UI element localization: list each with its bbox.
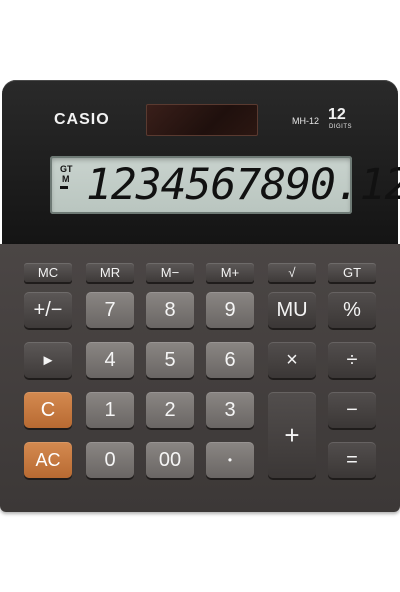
digit-7-button[interactable]: 7 bbox=[86, 292, 134, 328]
digit-5-button[interactable]: 5 bbox=[146, 342, 194, 378]
sign-change-button[interactable]: +/− bbox=[24, 292, 72, 328]
m-minus-button[interactable]: M− bbox=[146, 263, 194, 282]
square-root-button[interactable]: √ bbox=[268, 263, 316, 282]
memory-indicator: M bbox=[62, 174, 70, 184]
m-plus-button[interactable]: M+ bbox=[206, 263, 254, 282]
solar-panel bbox=[146, 104, 258, 136]
digit-2-button[interactable]: 2 bbox=[146, 392, 194, 428]
digit-3-button[interactable]: 3 bbox=[206, 392, 254, 428]
gt-indicator: GT bbox=[60, 164, 73, 174]
lcd-display: GT M 1234567890.12 bbox=[50, 156, 400, 214]
decimal-point-button[interactable]: • bbox=[206, 442, 254, 478]
mc-button[interactable]: MC bbox=[24, 263, 72, 282]
digit-9-button[interactable]: 9 bbox=[206, 292, 254, 328]
equals-button[interactable]: = bbox=[328, 442, 376, 478]
mu-button[interactable]: MU bbox=[268, 292, 316, 328]
gt-button[interactable]: GT bbox=[328, 263, 376, 282]
model-label: MH-12 bbox=[292, 116, 320, 126]
display-panel: CASIO MH-12 12 DIGITS GT M 1234567890.12 bbox=[2, 80, 400, 246]
minus-button[interactable]: − bbox=[328, 392, 376, 428]
clear-button[interactable]: C bbox=[24, 392, 72, 428]
display-value: 1234567890.12 bbox=[86, 160, 400, 210]
double-zero-button[interactable]: 00 bbox=[146, 442, 194, 478]
keypad: MC MR M− M+ √ GT +/− 7 8 9 MU % ► 4 5 6 … bbox=[0, 244, 400, 512]
multiply-button[interactable]: × bbox=[268, 342, 316, 378]
all-clear-button[interactable]: AC bbox=[24, 442, 72, 478]
digit-8-button[interactable]: 8 bbox=[146, 292, 194, 328]
digit-1-button[interactable]: 1 bbox=[86, 392, 134, 428]
digit-4-button[interactable]: 4 bbox=[86, 342, 134, 378]
calculator: CASIO MH-12 12 DIGITS GT M 1234567890.12… bbox=[0, 80, 400, 512]
digits-count: 12 bbox=[328, 106, 346, 123]
mr-button[interactable]: MR bbox=[86, 263, 134, 282]
percent-button[interactable]: % bbox=[328, 292, 376, 328]
divide-button[interactable]: ÷ bbox=[328, 342, 376, 378]
shift-right-button[interactable]: ► bbox=[24, 342, 72, 378]
negative-indicator bbox=[60, 186, 68, 189]
digit-0-button[interactable]: 0 bbox=[86, 442, 134, 478]
digits-label: DIGITS bbox=[329, 124, 353, 130]
plus-button[interactable]: + bbox=[268, 392, 316, 478]
brand-logo: CASIO bbox=[54, 111, 110, 128]
digit-6-button[interactable]: 6 bbox=[206, 342, 254, 378]
